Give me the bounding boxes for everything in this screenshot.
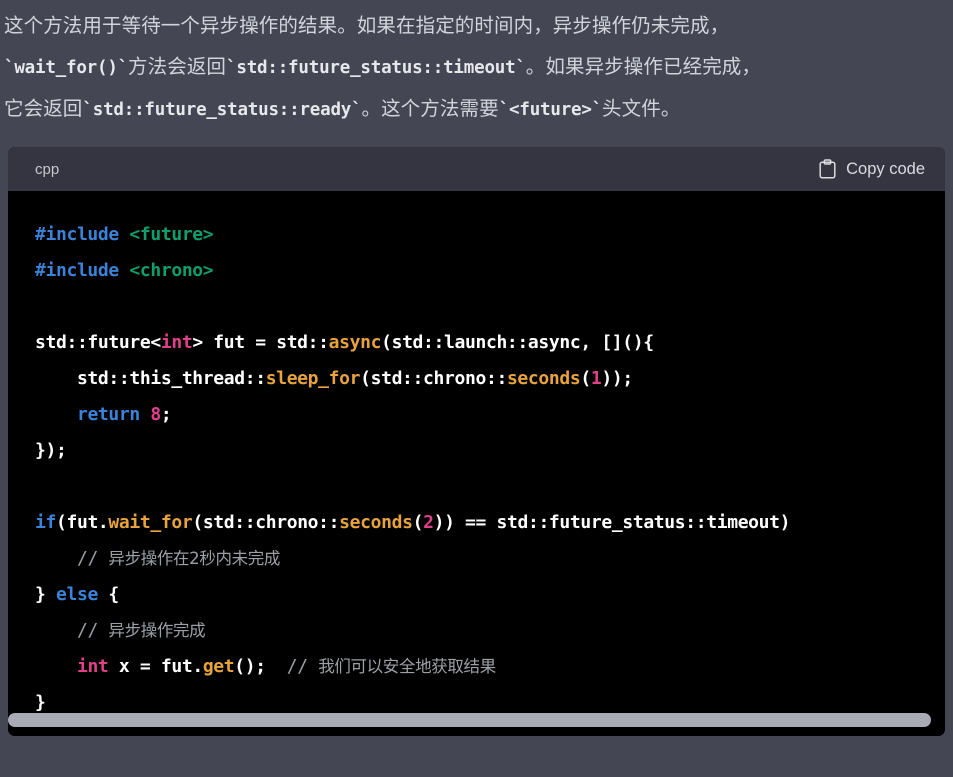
clipboard-icon	[819, 159, 836, 179]
code-line: // 异步操作在2秒内未完成	[35, 548, 280, 569]
code-token-str: <future>	[129, 224, 214, 245]
code-block-header: cpp Copy code	[8, 147, 945, 191]
code-token-num: 8	[150, 404, 161, 425]
code-token-plain: (std::launch::async, [](){	[381, 332, 654, 353]
code-line: } else {	[35, 584, 119, 605]
code-token-plain: });	[35, 440, 67, 461]
code-block: cpp Copy code #include <future> #include…	[8, 147, 945, 736]
code-token-type: int	[160, 332, 193, 353]
code-token-plain: (	[580, 368, 591, 389]
inline-code: `std::future_status::timeout`	[226, 58, 526, 78]
code-token-plain: )) == std::future_status::timeout)	[433, 512, 791, 533]
code-token-pre: #include	[35, 224, 130, 245]
inline-code: `wait_for()`	[4, 58, 129, 78]
paragraph-line: 它会返回`std::future_status::ready`。这个方法需要`<…	[4, 89, 949, 131]
code-token-cmt: //	[76, 620, 109, 641]
code-content: #include <future> #include <chrono> std:…	[8, 217, 945, 721]
code-token-num: 2	[423, 512, 434, 533]
code-token-fn: sleep_for	[265, 368, 361, 389]
answer-paragraph: 这个方法用于等待一个异步操作的结果。如果在指定的时间内，异步操作仍未完成， `wa…	[0, 0, 953, 131]
code-token-plain: > fut = std::	[192, 332, 329, 353]
paragraph-text: 。这个方法需要	[361, 98, 499, 120]
code-line: int x = fut.get(); // 我们可以安全地获取结果	[35, 656, 496, 677]
code-token-num: 1	[590, 368, 602, 389]
code-line: std::this_thread::sleep_for(std::chrono:…	[35, 368, 633, 389]
code-line: if(fut.wait_for(std::chrono::seconds(2))…	[35, 512, 790, 533]
code-token-plain: }	[35, 692, 46, 713]
code-token-cmt-cjk: 异步操作完成	[108, 621, 206, 640]
code-scrollbar-thumb[interactable]	[8, 713, 931, 727]
code-token-fn: async	[328, 332, 382, 353]
code-token-str: <chrono>	[129, 260, 214, 281]
code-token-plain: {	[97, 584, 119, 605]
code-line: #include <chrono>	[35, 260, 214, 281]
inline-code: `<future>`	[498, 100, 603, 120]
code-token-plain: ));	[601, 368, 633, 389]
inline-code: `std::future_status::ready`	[82, 100, 362, 120]
code-token-fn: wait_for	[108, 512, 193, 533]
code-token-fn: seconds	[506, 368, 581, 389]
code-token-pre: #include	[35, 260, 130, 281]
code-token-plain: (	[412, 512, 424, 533]
code-body: #include <future> #include <chrono> std:…	[8, 191, 945, 736]
code-token-kw: return	[76, 404, 140, 425]
copy-code-label: Copy code	[846, 159, 925, 178]
code-token-plain: ();	[234, 656, 287, 677]
paragraph-text: 方法会返回	[128, 56, 227, 78]
code-token-plain: (fut.	[55, 512, 109, 533]
code-line: // 异步操作完成	[35, 620, 206, 641]
code-token-type: int	[76, 656, 109, 677]
code-token-plain: std::future<	[35, 332, 161, 353]
copy-code-button[interactable]: Copy code	[819, 159, 925, 179]
code-language-label: cpp	[35, 160, 60, 178]
code-token-fn: get	[202, 656, 235, 677]
code-token-kw: else	[55, 584, 98, 605]
paragraph-line: 这个方法用于等待一个异步操作的结果。如果在指定的时间内，异步操作仍未完成，	[4, 6, 949, 47]
paragraph-line: `wait_for()`方法会返回`std::future_status::ti…	[4, 47, 949, 89]
code-token-plain: ;	[160, 404, 172, 425]
code-token-cmt-cjk: 异步操作在2秒内未完成	[108, 549, 281, 568]
code-token-cmt-cjk: 我们可以安全地获取结果	[318, 657, 496, 676]
code-token-plain: }	[35, 584, 56, 605]
code-line: #include <future>	[35, 224, 214, 245]
code-line: return 8;	[35, 404, 172, 425]
paragraph-text: 这个方法用于等待一个异步操作的结果。如果在指定的时间内，异步操作仍未完成，	[4, 15, 730, 37]
code-line: std::future<int> fut = std::async(std::l…	[35, 332, 654, 353]
code-line: });	[35, 440, 67, 461]
paragraph-text: 头文件。	[602, 98, 681, 120]
code-token-kw: if	[35, 512, 56, 533]
code-token-plain: (std::chrono::	[360, 368, 507, 389]
code-token-plain: std::this_thread::	[35, 368, 266, 389]
code-token-cmt: //	[76, 548, 109, 569]
paragraph-text: 它会返回	[4, 98, 83, 120]
code-line: }	[35, 692, 46, 713]
code-token-plain: (std::chrono::	[192, 512, 340, 533]
code-token-cmt: //	[286, 656, 319, 677]
code-token-plain: x = fut.	[108, 656, 203, 677]
code-horizontal-scrollbar[interactable]	[8, 713, 945, 727]
code-token-fn: seconds	[339, 512, 413, 533]
paragraph-text: 。如果异步操作已经完成，	[525, 56, 761, 78]
